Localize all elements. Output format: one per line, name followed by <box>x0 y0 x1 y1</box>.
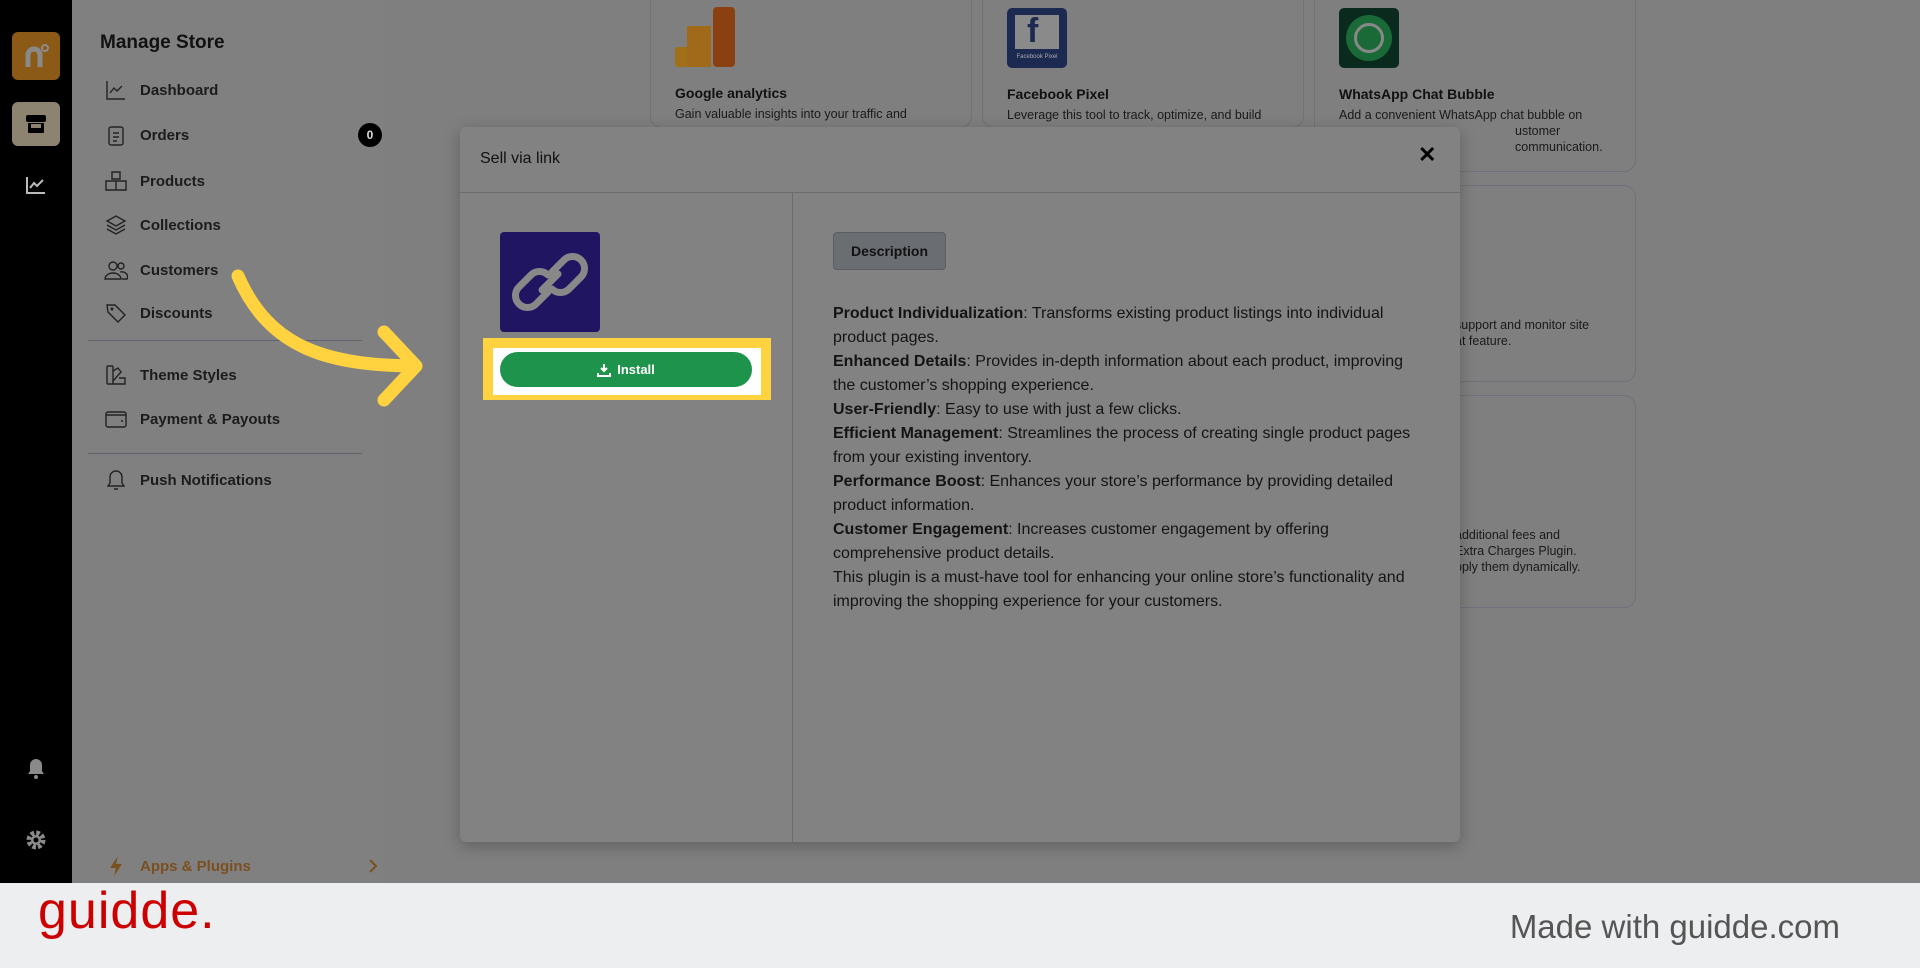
feature-name: Product Individualization <box>833 305 1024 322</box>
sidebar-item-label: Payment & Payouts <box>140 410 281 428</box>
store-icon[interactable] <box>12 102 60 146</box>
facebook-pixel-icon: f Facebook Pixel <box>1007 8 1067 68</box>
logo-icon[interactable] <box>12 32 60 80</box>
whatsapp-icon <box>1339 8 1399 68</box>
sidebar-item-label: Push Notifications <box>140 471 272 489</box>
clipboard-icon <box>108 126 124 146</box>
sidebar-item-label: Products <box>140 172 206 190</box>
users-icon <box>104 261 128 280</box>
feature-text: : Easy to use with just a few clicks. <box>936 401 1182 418</box>
tab-description[interactable]: Description <box>833 232 946 270</box>
sidebar-item-label: Customers <box>140 261 219 279</box>
modal-column-divider <box>792 192 793 842</box>
sidebar: Manage Store Dashboard Orders 0 Products … <box>72 0 385 883</box>
gear-icon[interactable] <box>25 829 47 856</box>
chevron-right-icon <box>369 859 378 873</box>
card-description: pply them dynamically. <box>1455 560 1581 574</box>
sidebar-item-label: Discounts <box>140 304 213 322</box>
feature-name: User-Friendly <box>833 401 937 418</box>
card-description: Add a convenient WhatsApp chat bubble on <box>1339 108 1583 122</box>
install-button[interactable]: Install <box>500 352 752 387</box>
card-title: Google analytics <box>675 85 788 101</box>
bell-icon <box>106 470 126 490</box>
highlight-box: Install <box>483 338 771 400</box>
sidebar-item-theme-styles[interactable]: Theme Styles <box>104 363 237 387</box>
feature-text: This plugin is a must-have tool for enha… <box>833 569 1405 610</box>
sidebar-item-label: Collections <box>140 216 221 234</box>
card-description: Gain valuable insights into your traffic… <box>675 107 907 121</box>
sidebar-title: Manage Store <box>100 32 225 53</box>
description-paragraph: Enhanced Details: Provides in-depth info… <box>833 350 1423 398</box>
layers-icon <box>105 215 127 235</box>
card-description: Leverage this tool to track, optimize, a… <box>1007 108 1262 122</box>
sidebar-item-collections[interactable]: Collections <box>104 213 221 237</box>
card-description: support and monitor site <box>1455 318 1590 332</box>
sidebar-divider <box>88 340 362 341</box>
sidebar-item-discounts[interactable]: Discounts <box>104 301 213 325</box>
download-icon <box>597 363 612 377</box>
plugin-card-google-analytics[interactable]: Google analytics Gain valuable insights … <box>650 0 972 128</box>
lightning-icon <box>110 856 122 876</box>
sidebar-divider <box>88 453 362 454</box>
apps-plugins-link[interactable]: Apps & Plugins <box>104 854 382 878</box>
chart-line-icon <box>106 81 125 100</box>
feature-name: Efficient Management <box>833 425 999 442</box>
sidebar-item-orders[interactable]: Orders 0 <box>104 123 382 147</box>
sidebar-item-dashboard[interactable]: Dashboard <box>104 78 218 102</box>
sidebar-item-label: Dashboard <box>140 81 219 99</box>
plugin-card-facebook-pixel[interactable]: f Facebook Pixel Facebook Pixel Leverage… <box>982 0 1304 128</box>
bell-icon[interactable] <box>26 758 46 785</box>
description-paragraph: This plugin is a must-have tool for enha… <box>833 566 1423 614</box>
description-paragraph: Efficient Management: Streamlines the pr… <box>833 422 1423 470</box>
icon-rail <box>0 0 72 883</box>
sidebar-item-customers[interactable]: Customers <box>104 258 218 282</box>
analytics-icon[interactable] <box>26 176 46 199</box>
card-description: at feature. <box>1455 334 1512 348</box>
google-analytics-icon <box>675 7 735 67</box>
sidebar-item-push-notifications[interactable]: Push Notifications <box>104 468 272 492</box>
guidde-logo: guidde. <box>38 882 216 940</box>
sell-via-link-modal: Sell via link ✕ Install Description Prod… <box>460 127 1460 842</box>
apps-plugins-label: Apps & Plugins <box>140 857 251 875</box>
feature-name: Performance Boost <box>833 473 981 490</box>
feature-name: Enhanced Details <box>833 353 967 370</box>
wallet-icon <box>105 411 127 428</box>
feature-name: Customer Engagement <box>833 521 1009 538</box>
description-paragraph: Performance Boost: Enhances your store’s… <box>833 470 1423 518</box>
sidebar-item-payment-payouts[interactable]: Payment & Payouts <box>104 407 280 431</box>
plugin-description: Product Individualization: Transforms ex… <box>833 302 1423 614</box>
close-icon[interactable]: ✕ <box>1418 142 1436 168</box>
palette-icon <box>106 365 126 385</box>
modal-header-divider <box>460 192 1460 193</box>
card-description: Extra Charges Plugin. <box>1455 544 1577 558</box>
made-with-guidde: Made with guidde.com <box>1509 908 1840 945</box>
card-description: ustomer communication. <box>1515 124 1603 154</box>
description-paragraph: User-Friendly: Easy to use with just a f… <box>833 398 1423 422</box>
guidde-footer: guidde. Made with guidde.com <box>0 882 1920 968</box>
card-title: WhatsApp Chat Bubble <box>1339 86 1495 102</box>
orders-count-badge: 0 <box>358 123 382 147</box>
install-label: Install <box>617 362 655 377</box>
card-description: additional fees and <box>1455 528 1560 542</box>
sidebar-item-label: Orders <box>140 126 190 144</box>
sidebar-item-label: Theme Styles <box>140 366 237 384</box>
description-paragraph: Product Individualization: Transforms ex… <box>833 302 1423 350</box>
link-plugin-icon <box>500 232 600 332</box>
boxes-icon <box>105 171 127 191</box>
modal-title: Sell via link <box>480 150 561 167</box>
card-title: Facebook Pixel <box>1007 86 1109 102</box>
sidebar-item-products[interactable]: Products <box>104 169 205 193</box>
tag-icon <box>106 304 126 323</box>
description-paragraph: Customer Engagement: Increases customer … <box>833 518 1423 566</box>
